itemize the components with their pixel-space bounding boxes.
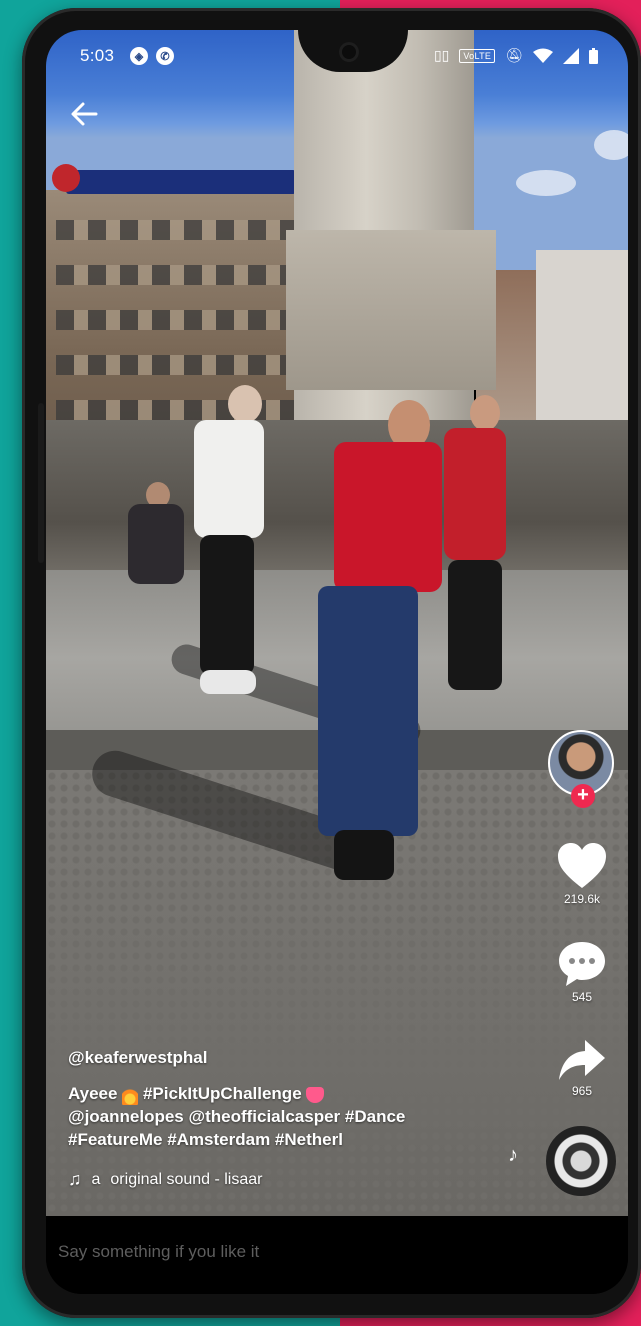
scene-monument-relief	[286, 230, 496, 390]
back-button[interactable]	[68, 98, 102, 132]
scene-cloud	[594, 130, 628, 160]
comment-icon	[559, 942, 605, 986]
author-handle[interactable]: @keaferwestphal	[68, 1048, 488, 1068]
heart-icon	[558, 843, 606, 888]
sound-label: original sound - lisaar	[110, 1170, 263, 1188]
phone-side-button	[38, 403, 44, 563]
mute-bell-icon: 🔕︎	[505, 47, 523, 63]
share-arrow-icon	[559, 1040, 605, 1080]
sound-info[interactable]: ♫ a original sound - lisaar	[68, 1169, 488, 1190]
status-time: 5:03	[80, 46, 115, 65]
comment-button[interactable]: 545	[544, 940, 620, 1004]
volte-icon: VoLTE	[459, 48, 496, 63]
like-button[interactable]: 219.6k	[544, 842, 620, 906]
front-camera	[339, 42, 359, 62]
scene-cloud	[516, 170, 576, 196]
sound-prefix: a	[91, 1170, 101, 1188]
comment-count: 545	[571, 990, 593, 1004]
comment-bar	[46, 1216, 628, 1294]
hotel-sign	[66, 170, 296, 194]
follow-button[interactable]: +	[571, 784, 595, 808]
music-note-icon: ♪	[508, 1144, 518, 1166]
caption-text: Ayeee	[68, 1084, 118, 1103]
share-button[interactable]: 965	[544, 1038, 620, 1098]
hotel-logo	[52, 164, 80, 192]
like-count: 219.6k	[563, 892, 601, 906]
caption-line: Ayeee #PickItUpChallenge	[68, 1082, 488, 1105]
video-player[interactable]	[46, 30, 628, 1216]
share-count: 965	[571, 1084, 593, 1098]
fire-icon	[122, 1084, 139, 1105]
compass-icon: ◈	[130, 47, 148, 65]
hashtag[interactable]: #PickItUpChallenge	[143, 1084, 302, 1103]
wifi-icon	[533, 48, 553, 63]
caption-line[interactable]: #FeatureMe #Amsterdam #Netherl	[68, 1128, 488, 1151]
heart-emoji-icon	[306, 1086, 325, 1103]
comment-input[interactable]	[58, 1234, 598, 1270]
arrow-left-icon	[71, 102, 98, 126]
battery-icon	[589, 47, 598, 64]
status-icons-left: ◈ ✆	[130, 47, 174, 65]
music-note-icon: ♫	[68, 1169, 82, 1189]
vibrate-icon: ▯▯	[433, 47, 450, 63]
status-icons-right: ▯▯ VoLTE 🔕︎	[434, 47, 598, 64]
video-caption: @keaferwestphal Ayeee #PickItUpChallenge…	[68, 1048, 488, 1190]
signal-icon	[563, 47, 579, 64]
phone-screen: 5:03 ◈ ✆ ▯▯ VoLTE 🔕︎ + 219.6k 545 965 ♪ …	[46, 30, 628, 1294]
sound-disc[interactable]	[546, 1126, 616, 1196]
caption-line[interactable]: @joannelopes @theofficialcasper #Dance	[68, 1105, 488, 1128]
whatsapp-icon: ✆	[156, 47, 174, 65]
